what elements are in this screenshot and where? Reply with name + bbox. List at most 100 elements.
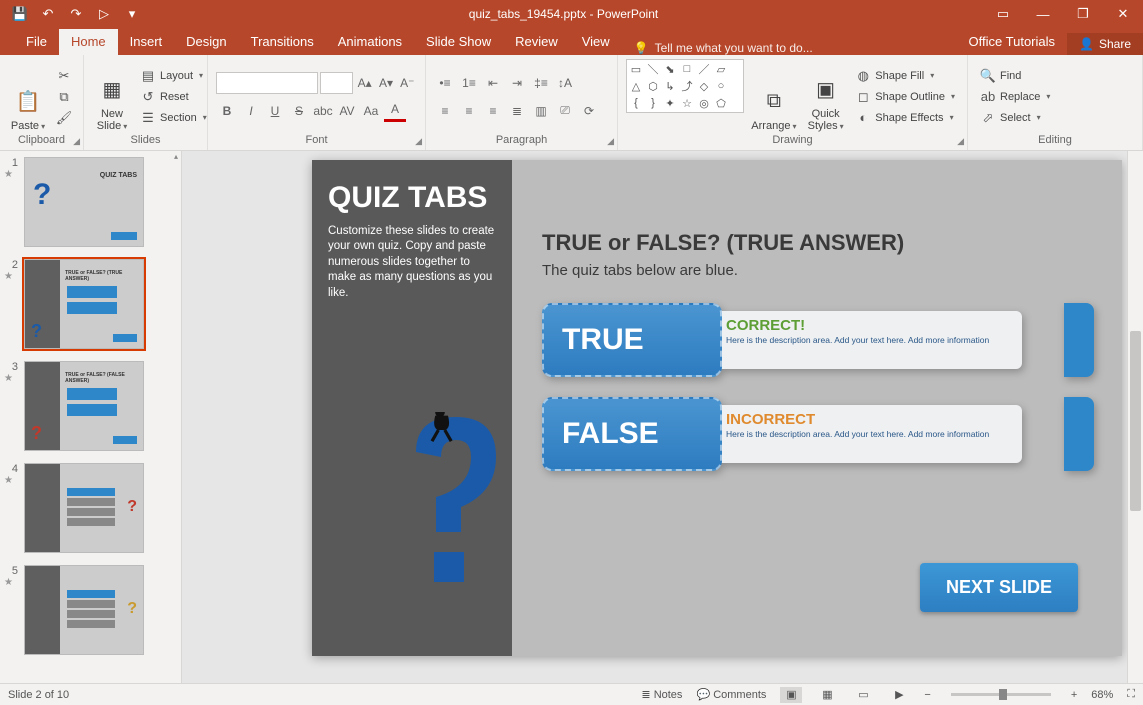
office-tutorials-link[interactable]: Office Tutorials	[957, 29, 1067, 55]
clipboard-dialog-launcher[interactable]: ◢	[73, 136, 80, 147]
paragraph-dialog-launcher[interactable]: ◢	[607, 136, 614, 147]
reset-button[interactable]: ↺Reset	[136, 88, 211, 106]
zoom-in-button[interactable]: +	[1071, 689, 1077, 701]
thumbnail-3[interactable]: 3★ TRUE or FALSE? (FALSE ANSWER)?	[0, 355, 181, 457]
zoom-slider[interactable]	[951, 693, 1051, 696]
shrink-font-button[interactable]: A▾	[376, 72, 395, 94]
tab-insert[interactable]: Insert	[118, 29, 175, 55]
quiz-tab-true[interactable]: CORRECT! Here is the description area. Ad…	[542, 303, 1092, 377]
tab-file[interactable]: File	[14, 29, 59, 55]
underline-button[interactable]: U	[264, 100, 286, 122]
thumbnail-5[interactable]: 5★ ?	[0, 559, 181, 661]
slide-content[interactable]: QUIZ TABS Customize these slides to crea…	[312, 160, 1122, 656]
slide-subheading[interactable]: The quiz tabs below are blue.	[542, 262, 1092, 279]
tab-review[interactable]: Review	[503, 29, 570, 55]
grow-font-button[interactable]: A▴	[355, 72, 374, 94]
window-minimize-button[interactable]: —	[1023, 2, 1063, 26]
clear-formatting-button[interactable]: A⁻	[398, 72, 417, 94]
false-button[interactable]: FALSE	[542, 397, 722, 471]
paste-button[interactable]: 📋 Paste▾	[8, 59, 48, 134]
change-case-button[interactable]: Aa	[360, 100, 382, 122]
smartart-button[interactable]: ⟳	[578, 100, 600, 122]
font-dialog-launcher[interactable]: ◢	[415, 136, 422, 147]
text-shadow-button[interactable]: abc	[312, 100, 334, 122]
qat-slideshow-button[interactable]: ▷	[92, 2, 116, 26]
section-button[interactable]: ☰Section▾	[136, 109, 211, 127]
thumbnails-scrollbar[interactable]: ▴	[171, 151, 181, 683]
decrease-indent-button[interactable]: ⇤	[482, 72, 504, 94]
bold-button[interactable]: B	[216, 100, 238, 122]
qat-customize-button[interactable]: ▾	[120, 2, 144, 26]
comments-button[interactable]: 💬 Comments	[696, 688, 766, 701]
quiz-tab-false[interactable]: INCORRECT Here is the description area. A…	[542, 397, 1092, 471]
tab-home[interactable]: Home	[59, 29, 118, 55]
align-right-button[interactable]: ≡	[482, 100, 504, 122]
slideshow-view-button[interactable]: ▶	[888, 687, 910, 703]
ribbon-display-options-button[interactable]: ▭	[983, 2, 1023, 26]
correct-description[interactable]: Here is the description area. Add your t…	[726, 336, 1014, 346]
numbering-button[interactable]: 1≡	[458, 72, 480, 94]
font-size-combo[interactable]	[320, 72, 353, 94]
copy-button[interactable]: ⧉	[52, 88, 76, 106]
thumbnail-1[interactable]: 1★ ?QUIZ TABS	[0, 151, 181, 253]
share-button[interactable]: 👤 Share	[1067, 33, 1143, 55]
cut-button[interactable]: ✂	[52, 67, 76, 85]
replace-button[interactable]: abReplace▾	[976, 88, 1054, 106]
tab-view[interactable]: View	[570, 29, 622, 55]
drawing-dialog-launcher[interactable]: ◢	[957, 136, 964, 147]
char-spacing-button[interactable]: AV	[336, 100, 358, 122]
reading-view-button[interactable]: ▭	[852, 687, 874, 703]
format-painter-button[interactable]: 🖌	[52, 109, 76, 127]
shape-fill-button[interactable]: ◍Shape Fill▾	[851, 67, 959, 85]
align-center-button[interactable]: ≡	[458, 100, 480, 122]
slide-canvas[interactable]: QUIZ TABS Customize these slides to crea…	[182, 151, 1143, 683]
qat-undo-button[interactable]: ↶	[36, 2, 60, 26]
tab-animations[interactable]: Animations	[326, 29, 414, 55]
incorrect-description[interactable]: Here is the description area. Add your t…	[726, 430, 1014, 440]
italic-button[interactable]: I	[240, 100, 262, 122]
tab-transitions[interactable]: Transitions	[239, 29, 326, 55]
font-name-combo[interactable]	[216, 72, 318, 94]
justify-button[interactable]: ≣	[506, 100, 528, 122]
find-button[interactable]: 🔍Find	[976, 67, 1054, 85]
zoom-out-button[interactable]: −	[924, 689, 930, 701]
qat-redo-button[interactable]: ↷	[64, 2, 88, 26]
line-spacing-button[interactable]: ‡≡	[530, 72, 552, 94]
text-direction-button[interactable]: ↕A	[554, 72, 576, 94]
notes-button[interactable]: ≣ Notes	[641, 688, 682, 701]
canvas-scrollbar[interactable]	[1127, 151, 1143, 683]
slide-sorter-view-button[interactable]: ▦	[816, 687, 838, 703]
correct-label[interactable]: CORRECT!	[726, 317, 1014, 334]
tab-design[interactable]: Design	[174, 29, 238, 55]
strikethrough-button[interactable]: S	[288, 100, 310, 122]
shapes-gallery[interactable]: ▭＼⬊□／▱ △⬡↳⤴◇○ {}✦☆◎⬠	[626, 59, 744, 113]
slide-heading[interactable]: TRUE or FALSE? (TRUE ANSWER)	[542, 230, 1092, 256]
incorrect-label[interactable]: INCORRECT	[726, 411, 1014, 428]
select-button[interactable]: ⬀Select▾	[976, 109, 1054, 127]
increase-indent-button[interactable]: ⇥	[506, 72, 528, 94]
thumbnail-4[interactable]: 4★ ?	[0, 457, 181, 559]
align-text-button[interactable]: ⎚	[554, 100, 576, 122]
fit-to-window-button[interactable]: ⛶	[1127, 688, 1135, 701]
tab-slideshow[interactable]: Slide Show	[414, 29, 503, 55]
slide-side-body[interactable]: Customize these slides to create your ow…	[328, 224, 496, 302]
slide-side-title[interactable]: QUIZ TABS	[328, 182, 496, 214]
normal-view-button[interactable]: ▣	[780, 687, 802, 703]
next-slide-button[interactable]: NEXT SLIDE	[920, 563, 1078, 612]
font-color-button[interactable]: A	[384, 100, 406, 122]
window-close-button[interactable]: ✕	[1103, 2, 1143, 26]
thumbnail-2[interactable]: 2★ TRUE or FALSE? (TRUE ANSWER)?	[0, 253, 181, 355]
layout-button[interactable]: ▤Layout▾	[136, 67, 211, 85]
quick-styles-button[interactable]: ▣ Quick Styles▾	[804, 59, 847, 134]
columns-button[interactable]: ▥	[530, 100, 552, 122]
zoom-percentage[interactable]: 68%	[1091, 689, 1113, 701]
align-left-button[interactable]: ≡	[434, 100, 456, 122]
qat-save-button[interactable]: 💾	[8, 2, 32, 26]
new-slide-button[interactable]: ▦ New Slide▾	[92, 59, 132, 134]
window-restore-button[interactable]: ❐	[1063, 2, 1103, 26]
arrange-button[interactable]: ⧉ Arrange▾	[748, 59, 800, 134]
true-button[interactable]: TRUE	[542, 303, 722, 377]
shape-outline-button[interactable]: ◻Shape Outline▾	[851, 88, 959, 106]
bullets-button[interactable]: •≡	[434, 72, 456, 94]
tell-me-search[interactable]: 💡 Tell me what you want to do...	[622, 41, 825, 55]
